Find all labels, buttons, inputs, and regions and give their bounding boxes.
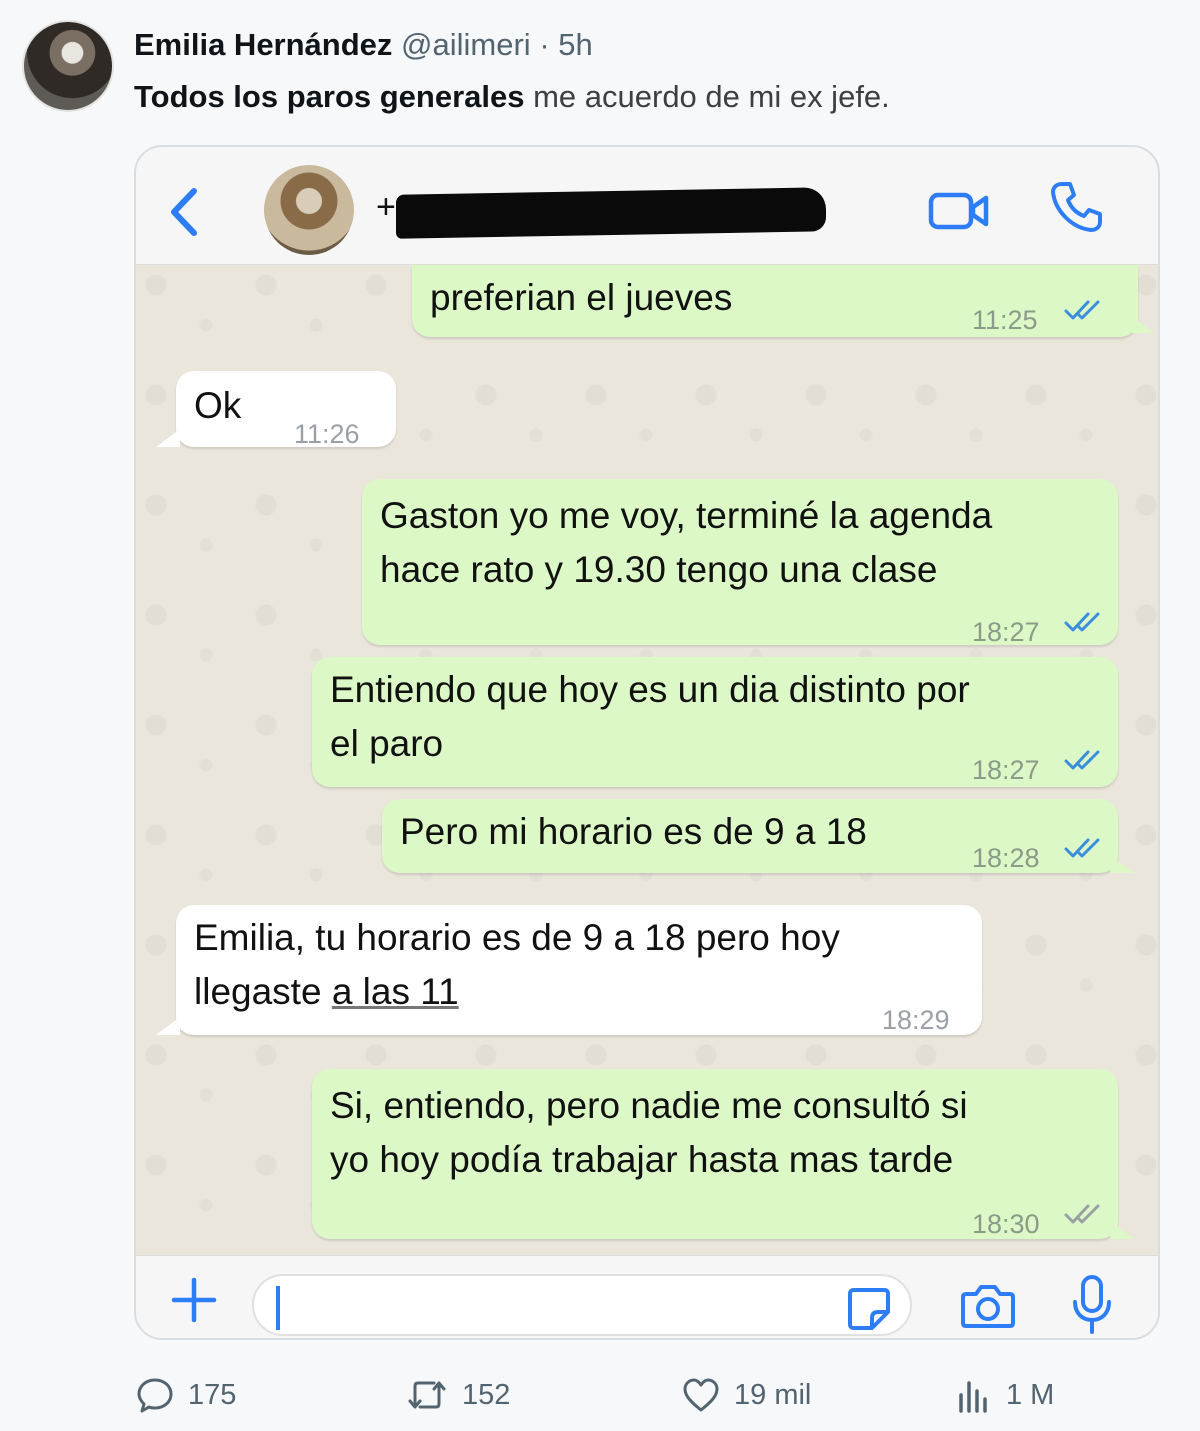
bubble-tail	[1130, 315, 1154, 333]
retweet-button[interactable]: 152	[406, 1372, 510, 1418]
message-time: 11:25	[972, 305, 1038, 335]
message-text: Si, entiendo, pero nadie me consultó si	[330, 1085, 968, 1126]
tweet-text-rest: me acuerdo de mi ex jefe.	[524, 79, 890, 114]
message-time: 18:28	[972, 843, 1040, 873]
message-outgoing[interactable]: Pero mi horario es de 9 a 18 18:28	[382, 799, 1134, 873]
chat-header: +	[136, 147, 1158, 265]
message-outgoing[interactable]: Entiendo que hoy es un dia distinto por …	[312, 657, 1118, 787]
back-chevron-icon[interactable]	[164, 185, 204, 239]
message-text: llegaste a las 11	[194, 965, 459, 1019]
message-time: 18:27	[972, 617, 1040, 647]
read-ticks-icon	[1064, 612, 1100, 632]
views-count: 1 M	[1006, 1378, 1055, 1411]
contact-avatar[interactable]	[264, 165, 354, 255]
message-incoming[interactable]: Ok 11:26	[156, 371, 396, 449]
like-button[interactable]: 19 mil	[682, 1372, 811, 1418]
message-text-part: llegaste	[194, 971, 332, 1012]
message-outgoing[interactable]: preferian el jueves 11:25	[412, 265, 1154, 337]
message-time: 18:29	[882, 1005, 950, 1035]
message-text: Entiendo que hoy es un dia distinto por	[330, 669, 970, 710]
heart-icon	[683, 1378, 719, 1412]
bubble-tail	[156, 1017, 180, 1035]
message-input[interactable]	[252, 1274, 912, 1336]
chat-screenshot[interactable]: + preferian el jueves 11:25 Ok 11:26 Gas…	[134, 145, 1160, 1340]
contact-prefix: +	[376, 188, 396, 226]
read-ticks-icon	[1064, 838, 1100, 858]
microphone-icon[interactable]	[1070, 1274, 1114, 1336]
sticker-icon[interactable]	[846, 1286, 892, 1332]
views-chart-icon	[959, 1381, 987, 1413]
phone-call-icon[interactable]	[1048, 179, 1104, 235]
message-text: Ok	[194, 385, 242, 426]
delivered-ticks-icon	[1064, 1204, 1100, 1224]
retweet-icon	[408, 1381, 446, 1409]
message-time: 11:26	[294, 419, 360, 449]
author-avatar[interactable]	[22, 20, 114, 112]
redaction-mark	[396, 187, 826, 239]
message-incoming[interactable]: Emilia, tu horario es de 9 a 18 pero hoy…	[156, 905, 982, 1035]
read-ticks-icon	[1064, 300, 1100, 320]
tweet-header: Emilia Hernández @ailimeri · 5h	[134, 26, 593, 64]
tweet-text: Todos los paros generales me acuerdo de …	[134, 78, 890, 116]
reply-count: 175	[188, 1378, 237, 1411]
message-text: el paro	[330, 723, 444, 764]
header-separator: ·	[539, 27, 550, 62]
plus-icon[interactable]	[170, 1276, 218, 1324]
text-caret	[276, 1286, 280, 1330]
tweet-time[interactable]: 5h	[558, 27, 592, 62]
message-list[interactable]: preferian el jueves 11:25 Ok 11:26 Gasto…	[136, 265, 1158, 1255]
read-ticks-icon	[1064, 750, 1100, 770]
message-text: yo hoy podía trabajar hasta mas tarde	[330, 1139, 954, 1180]
author-name[interactable]: Emilia Hernández	[134, 27, 392, 62]
message-time: 18:30	[972, 1209, 1040, 1239]
camera-icon[interactable]	[960, 1282, 1016, 1330]
bubble-tail	[1110, 855, 1134, 873]
message-outgoing[interactable]: Gaston yo me voy, terminé la agenda hace…	[362, 479, 1118, 647]
retweet-count: 152	[462, 1378, 511, 1411]
tweet-text-bold: Todos los paros generales	[134, 79, 525, 114]
video-call-icon[interactable]	[928, 189, 990, 233]
message-text: Gaston yo me voy, terminé la agenda	[380, 495, 993, 536]
message-outgoing[interactable]: Si, entiendo, pero nadie me consultó si …	[312, 1069, 1134, 1239]
reply-icon	[137, 1378, 173, 1413]
chat-input-bar	[136, 1255, 1158, 1338]
bubble-tail	[156, 429, 180, 447]
message-time: 18:27	[972, 755, 1040, 785]
views-button[interactable]: 1 M	[956, 1372, 1054, 1418]
message-text: Pero mi horario es de 9 a 18	[400, 811, 867, 852]
like-count: 19 mil	[734, 1378, 812, 1411]
bubble-tail	[1110, 1221, 1134, 1239]
reply-button[interactable]: 175	[136, 1372, 236, 1418]
message-text: hace rato y 19.30 tengo una clase	[380, 549, 938, 590]
message-text-link[interactable]: a las 11	[332, 971, 459, 1012]
author-handle[interactable]: @ailimeri	[401, 27, 531, 62]
tweet-actions: 175 152 19 mil 1 M	[0, 1372, 1200, 1418]
message-text: preferian el jueves	[430, 277, 733, 318]
message-text: Emilia, tu horario es de 9 a 18 pero hoy	[194, 917, 840, 958]
